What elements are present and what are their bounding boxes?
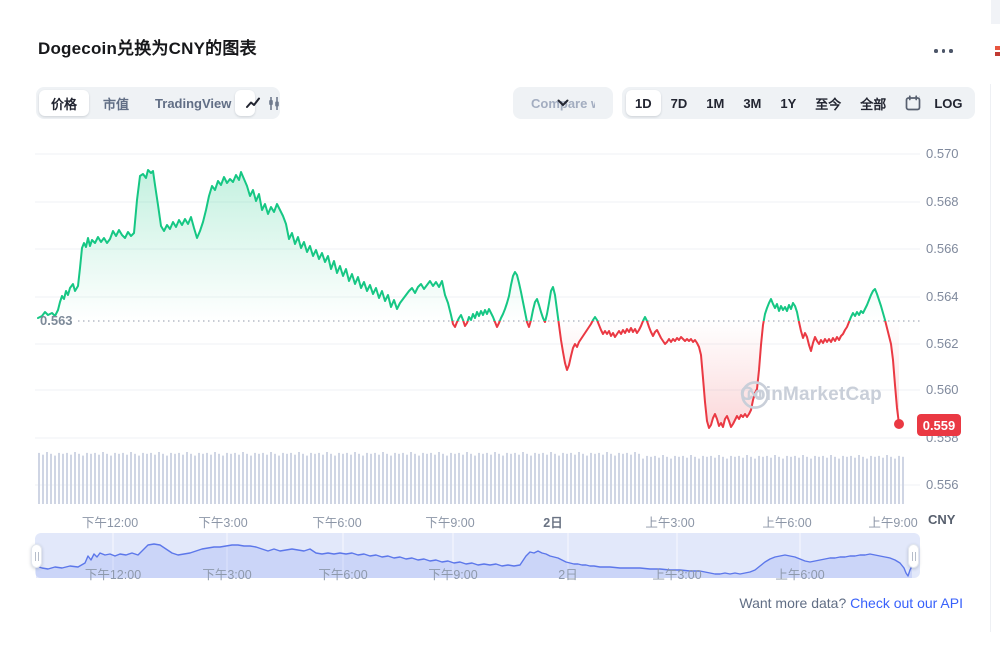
x-axis-label: 上午9:00 bbox=[868, 512, 917, 531]
calendar-icon[interactable] bbox=[896, 90, 914, 116]
api-link[interactable]: Check out our API bbox=[850, 595, 963, 611]
range-3M[interactable]: 3M bbox=[734, 90, 770, 116]
range-全部[interactable]: 全部 bbox=[851, 90, 895, 116]
view-tab-0[interactable]: 价格 bbox=[39, 90, 89, 116]
x-axis-label: 下午3:00 bbox=[198, 512, 247, 531]
minimap-axis-label: 2日 bbox=[558, 564, 577, 583]
minimap-axis-label: 下午9:00 bbox=[428, 564, 477, 583]
view-tab-1[interactable]: 市值 bbox=[91, 90, 141, 116]
range-至今[interactable]: 至今 bbox=[806, 90, 850, 116]
kebab-menu-icon[interactable] bbox=[934, 42, 960, 60]
page-edge-strip bbox=[991, 0, 1000, 24]
view-tab-2[interactable]: TradingView bbox=[143, 90, 243, 116]
range-1D[interactable]: 1D bbox=[626, 90, 661, 116]
range-7D[interactable]: 7D bbox=[662, 90, 697, 116]
price-chart-area[interactable] bbox=[30, 140, 922, 512]
y-axis-label: 0.570 bbox=[926, 146, 972, 161]
currency-label: CNY bbox=[928, 512, 955, 527]
y-axis-label: 0.562 bbox=[926, 336, 972, 351]
price-area-up bbox=[38, 170, 899, 428]
y-axis-label: 0.566 bbox=[926, 241, 972, 256]
chevron-down-icon bbox=[557, 99, 569, 107]
page-title: Dogecoin兑换为CNY的图表 bbox=[38, 34, 257, 59]
x-axis-label: 下午6:00 bbox=[312, 512, 361, 531]
y-axis-label: 0.556 bbox=[926, 477, 972, 492]
panel-divider bbox=[990, 84, 991, 632]
minimap-left-handle[interactable] bbox=[31, 544, 42, 568]
api-prompt-text: Want more data? bbox=[739, 595, 846, 611]
minimap-axis-label: 上午6:00 bbox=[775, 564, 824, 583]
cropped-edge-icon bbox=[995, 46, 1000, 59]
last-price-dot bbox=[894, 419, 904, 429]
minimap-right-handle[interactable] bbox=[908, 544, 919, 568]
log-scale-toggle[interactable]: LOG bbox=[925, 90, 971, 116]
minimap-axis-label: 下午12:00 bbox=[85, 564, 141, 583]
x-axis-label: 上午3:00 bbox=[645, 512, 694, 531]
minimap-axis-label: 下午3:00 bbox=[202, 564, 251, 583]
chart-page: Dogecoin兑换为CNY的图表 价格市值TradingView Compar… bbox=[0, 0, 1000, 650]
range-selector-group: 1D7D1M3M1Y至今全部 LOG bbox=[622, 87, 975, 119]
view-tab-group: 价格市值TradingView bbox=[36, 87, 246, 119]
x-axis-label: 下午12:00 bbox=[82, 512, 138, 531]
last-price-badge: 0.559 bbox=[917, 414, 961, 436]
chart-type-group bbox=[232, 87, 280, 119]
range-1Y[interactable]: 1Y bbox=[771, 90, 805, 116]
x-axis-label: 2日 bbox=[543, 512, 562, 531]
y-axis-label: 0.568 bbox=[926, 194, 972, 209]
volume-bars bbox=[38, 452, 904, 504]
x-axis-label: 下午9:00 bbox=[425, 512, 474, 531]
line-chart-icon[interactable] bbox=[235, 90, 255, 116]
y-axis-label: 0.560 bbox=[926, 382, 972, 397]
compare-dropdown[interactable]: Compare w bbox=[513, 87, 613, 119]
range-1M[interactable]: 1M bbox=[697, 90, 733, 116]
minimap-axis-label: 下午6:00 bbox=[318, 564, 367, 583]
y-axis-label: 0.564 bbox=[926, 289, 972, 304]
minimap-axis-label: 上午3:00 bbox=[652, 564, 701, 583]
api-promo-row: Want more data? Check out our API bbox=[0, 595, 963, 611]
reference-price-label: 0.563 bbox=[40, 313, 73, 328]
x-axis-label: 上午6:00 bbox=[762, 512, 811, 531]
